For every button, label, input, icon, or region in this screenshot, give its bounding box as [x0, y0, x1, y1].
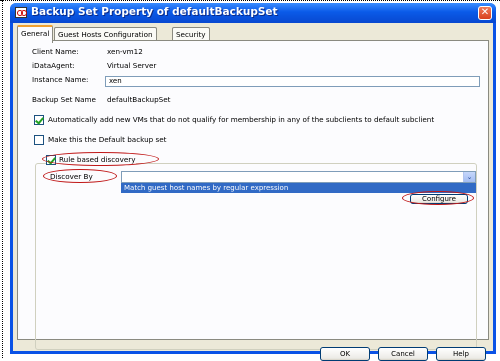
tab-general[interactable]: General [17, 25, 54, 43]
window-title: Backup Set Property of defaultBackupSet [31, 6, 278, 18]
chevron-down-icon[interactable]: ⌄ [463, 172, 475, 182]
app-icon [15, 7, 27, 18]
help-button[interactable]: Help [436, 347, 486, 361]
discover-by-option-regex[interactable]: Match guest host names by regular expres… [121, 183, 476, 193]
idataagent-value: Virtual Server [107, 61, 157, 70]
backup-set-name-label: Backup Set Name [32, 95, 96, 104]
rule-based-discovery-checkbox[interactable] [46, 155, 56, 165]
discover-by-label: Discover By [50, 172, 93, 181]
instance-name-field[interactable]: xen [105, 76, 480, 87]
auto-add-vms-label: Automatically add new VMs that do not qu… [48, 115, 435, 124]
client-name-value: xen-vm12 [107, 47, 143, 56]
instance-name-label: Instance Name: [32, 75, 89, 84]
default-backup-set-label: Make this the Default backup set [48, 135, 167, 144]
dotted-border-top [0, 0, 500, 1]
dotted-border-left [2, 0, 3, 358]
title-bar[interactable]: Backup Set Property of defaultBackupSet … [10, 3, 496, 23]
tab-security[interactable]: Security [172, 27, 210, 41]
close-button[interactable]: ✕ [478, 6, 492, 20]
idataagent-label: iDataAgent: [32, 61, 75, 70]
backup-set-name-value: defaultBackupSet [107, 95, 171, 104]
default-backup-set-checkbox[interactable] [34, 135, 44, 145]
ok-button[interactable]: OK [320, 347, 370, 361]
client-name-label: Client Name: [32, 47, 79, 56]
discover-by-select[interactable]: ⌄ [121, 171, 476, 183]
configure-button[interactable]: Configure [410, 194, 468, 204]
rule-based-discovery-label: Rule based discovery [58, 155, 137, 164]
auto-add-vms-checkbox[interactable] [34, 115, 44, 125]
cancel-button[interactable]: Cancel [378, 347, 428, 361]
dialog-client-area: General Guest Hosts Configuration Securi… [13, 23, 493, 361]
tab-guest-hosts-configuration[interactable]: Guest Hosts Configuration [54, 27, 157, 41]
dialog-window: Backup Set Property of defaultBackupSet … [10, 3, 496, 361]
